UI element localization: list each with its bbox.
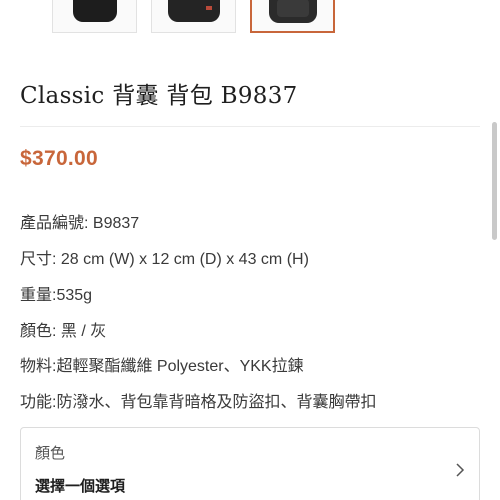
backpack-image (167, 0, 220, 22)
chevron-right-icon (456, 463, 465, 477)
scrollbar[interactable] (492, 122, 497, 240)
spec-material: 物料:超輕聚酯纖維 Polyester、YKK拉鍊 (20, 358, 304, 375)
thumbnail-2[interactable] (151, 0, 236, 33)
thumbnail-gallery (52, 0, 335, 33)
backpack-image (72, 0, 117, 22)
spec-dimensions: 尺寸: 28 cm (W) x 12 cm (D) x 43 cm (H) (20, 251, 309, 268)
color-select[interactable]: 顏色 選擇一個選項 (20, 427, 480, 500)
spec-weight: 重量:535g (20, 287, 93, 304)
divider (20, 126, 480, 127)
color-select-value: 選擇一個選項 (35, 478, 126, 495)
spec-features: 功能:防潑水、背包靠背暗格及防盜扣、背囊胸帶扣 (20, 394, 377, 411)
thumbnail-1[interactable] (52, 0, 137, 33)
color-select-label: 顏色 (35, 445, 66, 462)
product-title: Classic 背囊 背包 B9837 (20, 83, 298, 109)
product-price: $370.00 (20, 147, 99, 170)
backpack-image (268, 0, 317, 23)
thumbnail-3-selected[interactable] (250, 0, 335, 33)
product-page: Classic 背囊 背包 B9837 $370.00 產品編號: B9837 … (0, 0, 500, 500)
spec-product-code: 產品編號: B9837 (20, 215, 140, 232)
spec-color: 顏色: 黑 / 灰 (20, 323, 107, 340)
